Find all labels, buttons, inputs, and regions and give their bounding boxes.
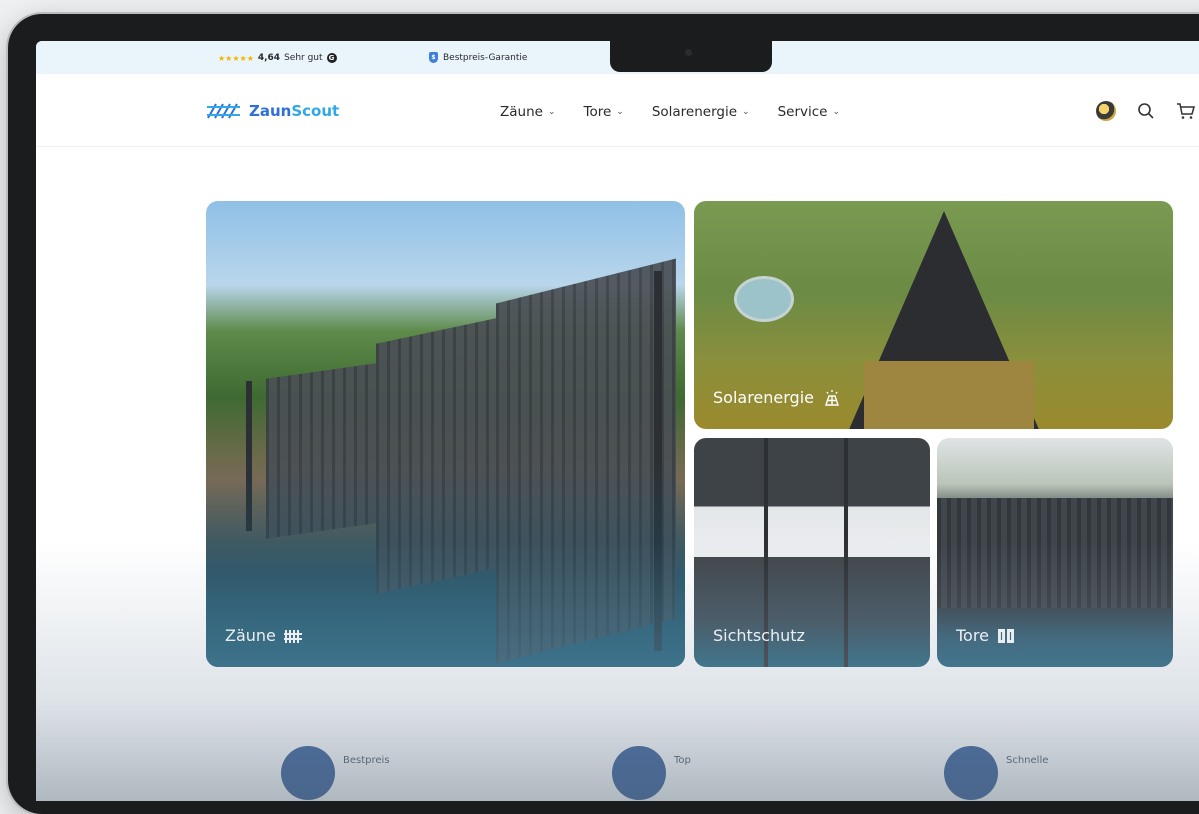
feature-label: Bestpreis [343, 755, 390, 766]
tile-label: Zäune [225, 626, 276, 645]
nav-item-zaeune[interactable]: Zäune ⌄ [500, 104, 556, 120]
category-tile-solarenergie[interactable]: Solarenergie [694, 201, 1173, 429]
nav-item-tore[interactable]: Tore ⌄ [584, 104, 624, 120]
tile-label: Solarenergie [713, 388, 814, 407]
rating-text: Sehr gut [284, 53, 323, 63]
tile-caption: Solarenergie [713, 388, 842, 407]
tile-label: Sichtschutz [713, 626, 805, 645]
star-rating-icon: ★★★★★ [218, 53, 254, 63]
feature-label: Schnelle [1006, 755, 1049, 766]
cart-icon[interactable] [1176, 102, 1196, 120]
category-tile-sichtschutz[interactable]: Sichtschutz [694, 438, 930, 667]
rating-value: 4,64 [257, 53, 281, 63]
trust-seal-icon[interactable] [1096, 101, 1116, 121]
delivery-icon [944, 746, 998, 800]
feature-strip: Bestpreis Top Schnelle [36, 746, 1199, 801]
brand-name-part2: Scout [291, 102, 340, 120]
zaunscout-logo-icon [207, 103, 240, 119]
rating-widget[interactable]: ★★★★★ 4,64 Sehr gut G [218, 53, 337, 63]
price-tag-icon [281, 746, 335, 800]
brand-logo[interactable]: ZaunScout [206, 102, 339, 120]
house-wall [864, 361, 1034, 429]
price-guarantee[interactable]: $ Bestpreis-Garantie [429, 52, 527, 63]
nav-label: Solarenergie [651, 104, 738, 120]
solar-panel-icon [825, 389, 839, 406]
brand-name: ZaunScout [249, 102, 339, 120]
camera-notch [610, 41, 772, 72]
fence-rail [844, 438, 848, 667]
google-icon: G [326, 53, 337, 63]
nav-label: Tore [583, 104, 612, 120]
search-icon[interactable] [1137, 102, 1155, 120]
tile-caption: Tore [956, 626, 1015, 645]
tile-caption: Sichtschutz [713, 626, 805, 645]
camera-icon [685, 49, 692, 56]
feature-label: Top [674, 755, 691, 766]
gate-icon [997, 628, 1014, 643]
chevron-down-icon: ⌄ [832, 107, 841, 117]
nav-icons [1096, 101, 1196, 121]
nav-item-solarenergie[interactable]: Solarenergie ⌄ [652, 104, 750, 120]
tile-label: Tore [956, 626, 989, 645]
brand-name-part1: Zaun [249, 102, 292, 120]
category-tile-zaeune[interactable]: Zäune [206, 201, 685, 667]
nav-label: Zäune [500, 104, 543, 120]
nav-menu: Zäune ⌄ Tore ⌄ Solarenergie ⌄ Service ⌄ [500, 104, 840, 120]
nav-label: Service [777, 104, 828, 120]
image-shade [206, 201, 685, 667]
gate-shape [937, 498, 1173, 608]
feature-schnelle: Schnelle [944, 746, 1048, 800]
chevron-down-icon: ⌄ [547, 107, 556, 117]
chevron-down-icon: ⌄ [742, 107, 750, 117]
feature-bestpreis: Bestpreis [281, 746, 390, 800]
browser-screen: ★★★★★ 4,64 Sehr gut G $ Bestpreis-Garant… [36, 41, 1199, 801]
pool-shape [734, 276, 794, 322]
tile-caption: Zäune [225, 626, 302, 645]
feature-top: Top [612, 746, 691, 800]
guarantee-text: Bestpreis-Garantie [443, 52, 528, 63]
category-tile-tore[interactable]: Tore [937, 438, 1173, 667]
nav-item-service[interactable]: Service ⌄ [778, 104, 840, 120]
shield-icon: $ [429, 52, 438, 63]
quality-icon [612, 746, 666, 800]
main-navigation: ZaunScout Zäune ⌄ Tore ⌄ Solarenergie ⌄ Ser… [36, 74, 1199, 147]
fence-icon [283, 629, 302, 643]
chevron-down-icon: ⌄ [616, 107, 624, 117]
